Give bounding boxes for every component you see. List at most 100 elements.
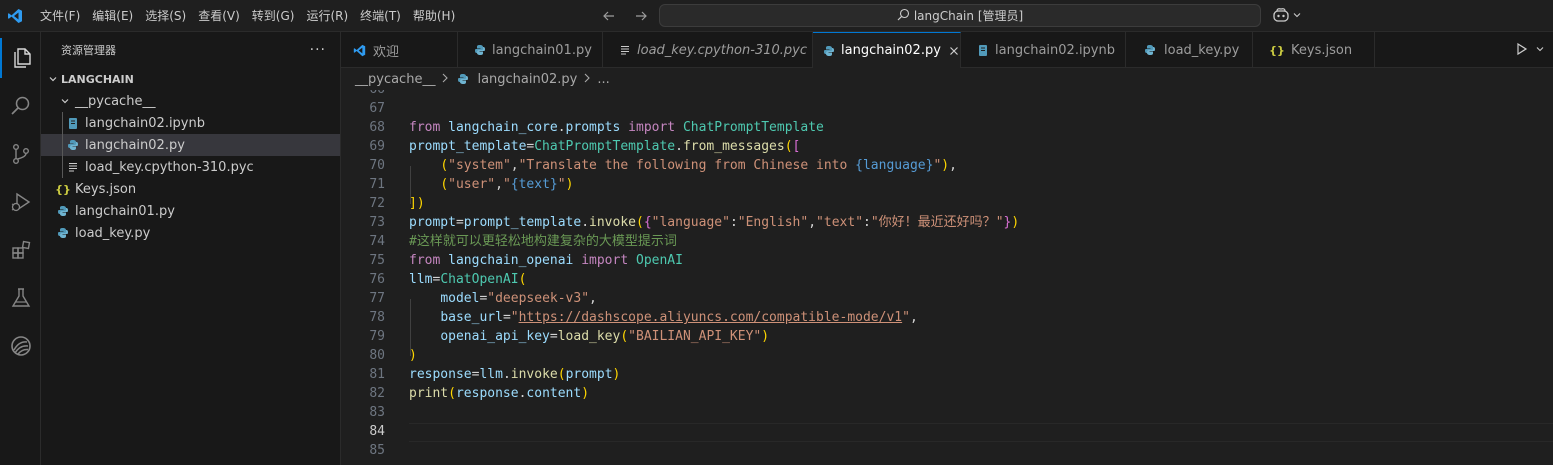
breadcrumb-item-folder[interactable]: __pycache__ [355,72,435,87]
line-number: 70 [369,158,385,173]
menu-edit[interactable]: 编辑(E) [86,0,139,32]
line-number: 79 [369,329,385,344]
arrow-right-icon[interactable] [632,7,650,25]
tree-file-langchain01-py[interactable]: langchain01.py [41,200,340,222]
tab-langchain02-ipynb[interactable]: langchain02.ipynb [961,32,1126,68]
testing-flask-icon[interactable] [0,278,41,318]
more-actions-icon[interactable]: ··· [310,42,326,58]
breadcrumb-item-file[interactable]: langchain02.py [477,72,577,87]
code-line[interactable]: response=llm.invoke(prompt) [409,365,1019,384]
vscode-logo-icon[interactable] [4,5,26,27]
command-center-search[interactable]: langChain [管理员] [659,4,1261,27]
line-number: 68 [369,120,385,135]
line-number: 67 [369,101,385,116]
tree-file-load-key-py[interactable]: load_key.py [41,222,340,244]
tab-load-key-py[interactable]: load_key.py [1126,32,1253,68]
tree-file-keys-json[interactable]: {} Keys.json [41,178,340,200]
lines-icon [619,42,631,58]
remote-explorer-icon[interactable] [0,326,41,366]
line-number: 66 [341,90,393,99]
code-line[interactable]: prompt_template=ChatPromptTemplate.from_… [409,137,1019,156]
copilot-icon [1272,7,1290,26]
workspace-root[interactable]: LANGCHAIN [41,68,340,90]
code-line[interactable] [409,422,1019,441]
code-line[interactable] [409,90,1019,99]
chevron-down-icon [1292,9,1302,23]
menu-view[interactable]: 查看(V) [192,0,246,32]
code-line[interactable]: #这样就可以更轻松地构建复杂的大模型提示词 [409,232,1019,251]
tree-folder-pycache[interactable]: __pycache__ [41,90,340,112]
code-line[interactable]: prompt=prompt_template.invoke({"language… [409,213,1019,232]
run-icon[interactable] [1515,42,1529,59]
search-icon[interactable] [0,86,41,126]
navigation-arrows [600,0,650,32]
menu-run[interactable]: 运行(R) [300,0,354,32]
editor-actions [1515,32,1545,68]
menu-go[interactable]: 转到(G) [246,0,301,32]
json-icon: {} [1269,43,1285,57]
line-number: 72 [369,196,385,211]
search-icon [897,8,910,24]
breadcrumb-item-symbol[interactable]: ... [597,72,609,87]
extensions-icon[interactable] [0,230,41,270]
line-number: 71 [369,177,385,192]
line-number-gutter: 66 67 68 69 70 71 72 73 74 75 76 77 78 7… [341,90,393,460]
close-icon[interactable] [949,43,959,59]
code-line[interactable] [409,403,1019,422]
chevron-down-icon[interactable] [1535,43,1545,57]
code-lines[interactable]: from langchain_core.prompts import ChatP… [409,90,1019,460]
code-line[interactable]: ("system","Translate the following from … [409,156,1019,175]
run-debug-icon[interactable] [0,182,41,222]
menu-terminal[interactable]: 终端(T) [354,0,407,32]
source-control-icon[interactable] [0,134,41,174]
tab-langchain02-py[interactable]: langchain02.py [813,32,961,68]
arrow-left-icon[interactable] [600,7,618,25]
code-line[interactable] [409,99,1019,118]
command-center-label: langChain [管理员] [913,9,1024,23]
code-line[interactable]: llm=ChatOpenAI( [409,270,1019,289]
menu-selection[interactable]: 选择(S) [139,0,192,32]
tree-file-langchain02-py[interactable]: langchain02.py [41,134,340,156]
line-number: 74 [369,234,385,249]
activity-bar [0,32,41,465]
line-number: 75 [369,253,385,268]
tab-langchain01-py[interactable]: langchain01.py [458,32,603,68]
tree-file-langchain02-ipynb[interactable]: langchain02.ipynb [41,112,340,134]
code-line[interactable]: from langchain_core.prompts import ChatP… [409,118,1019,137]
python-icon [65,137,81,153]
menu-file[interactable]: 文件(F) [34,0,86,32]
code-line[interactable]: base_url="https://dashscope.aliyuncs.com… [409,308,1019,327]
line-number: 78 [369,310,385,325]
tab-load-key-pyc[interactable]: load_key.cpython-310.pyc [603,32,813,68]
workspace-root-label: LANGCHAIN [61,72,134,86]
code-line[interactable]: ("user","{text}") [409,175,1019,194]
chevron-right-icon [441,73,449,86]
tab-keys-json[interactable]: {} Keys.json [1253,32,1375,68]
chevron-down-icon [45,71,61,87]
tab-label: Keys.json [1291,42,1353,58]
code-line[interactable]: ]) [409,194,1019,213]
tree-indent-guide [62,112,63,178]
code-line[interactable]: from langchain_openai import OpenAI [409,251,1019,270]
tab-label: langchain02.ipynb [995,42,1115,58]
code-line[interactable]: print(response.content) [409,384,1019,403]
copilot-button[interactable] [1272,6,1302,26]
tab-label: load_key.py [1164,42,1240,58]
line-number: 69 [369,139,385,154]
code-editor[interactable]: 66 67 68 69 70 71 72 73 74 75 76 77 78 7… [341,90,1553,465]
line-number: 85 [369,443,385,458]
menu-help[interactable]: 帮助(H) [407,0,461,32]
notebook-icon [65,115,81,131]
python-icon [823,43,835,59]
tree-file-load-key-pyc[interactable]: load_key.cpython-310.pyc [41,156,340,178]
tree-item-label: langchain02.py [85,137,185,153]
line-number: 76 [369,272,385,287]
tab-welcome[interactable]: 欢迎 [341,32,458,68]
code-line[interactable]: openai_api_key=load_key("BAILIAN_API_KEY… [409,327,1019,346]
tab-label: load_key.cpython-310.pyc [637,42,807,58]
explorer-title: 资源管理器 [61,44,116,57]
code-line[interactable]: model="deepseek-v3", [409,289,1019,308]
explorer-icon[interactable] [0,38,41,78]
code-line[interactable] [409,441,1019,460]
code-line[interactable]: ) [409,346,1019,365]
